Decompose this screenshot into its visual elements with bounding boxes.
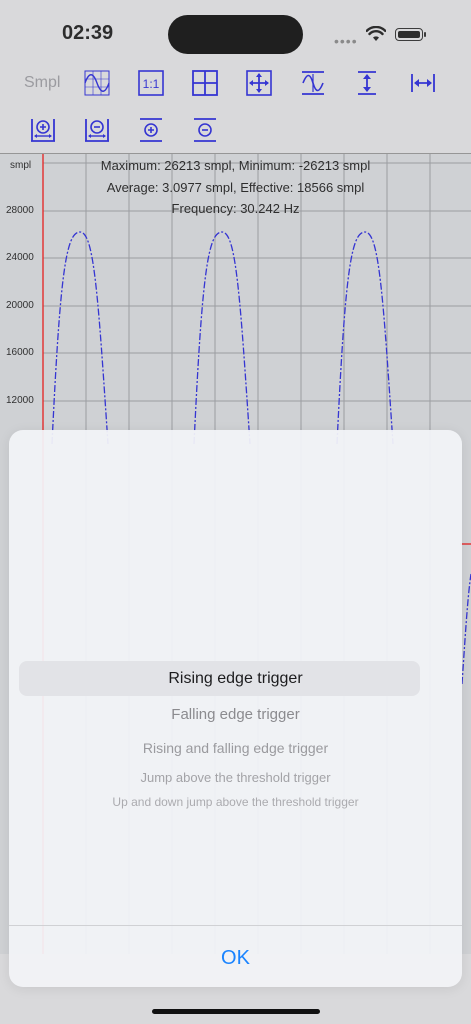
ok-button[interactable]: OK bbox=[9, 938, 462, 978]
picker-option-rising-edge[interactable]: Rising edge trigger bbox=[9, 670, 462, 688]
picker-option-rising-falling-edge[interactable]: Rising and falling edge trigger bbox=[9, 740, 462, 756]
sheet-divider bbox=[9, 925, 462, 926]
home-indicator[interactable] bbox=[152, 1009, 320, 1014]
trigger-picker-sheet: Rising edge trigger Falling edge trigger… bbox=[9, 430, 462, 987]
picker-option-falling-edge[interactable]: Falling edge trigger bbox=[9, 706, 462, 723]
picker-option-jump-above-threshold[interactable]: Jump above the threshold trigger bbox=[9, 770, 462, 785]
picker-option-up-down-jump[interactable]: Up and down jump above the threshold tri… bbox=[9, 795, 462, 809]
